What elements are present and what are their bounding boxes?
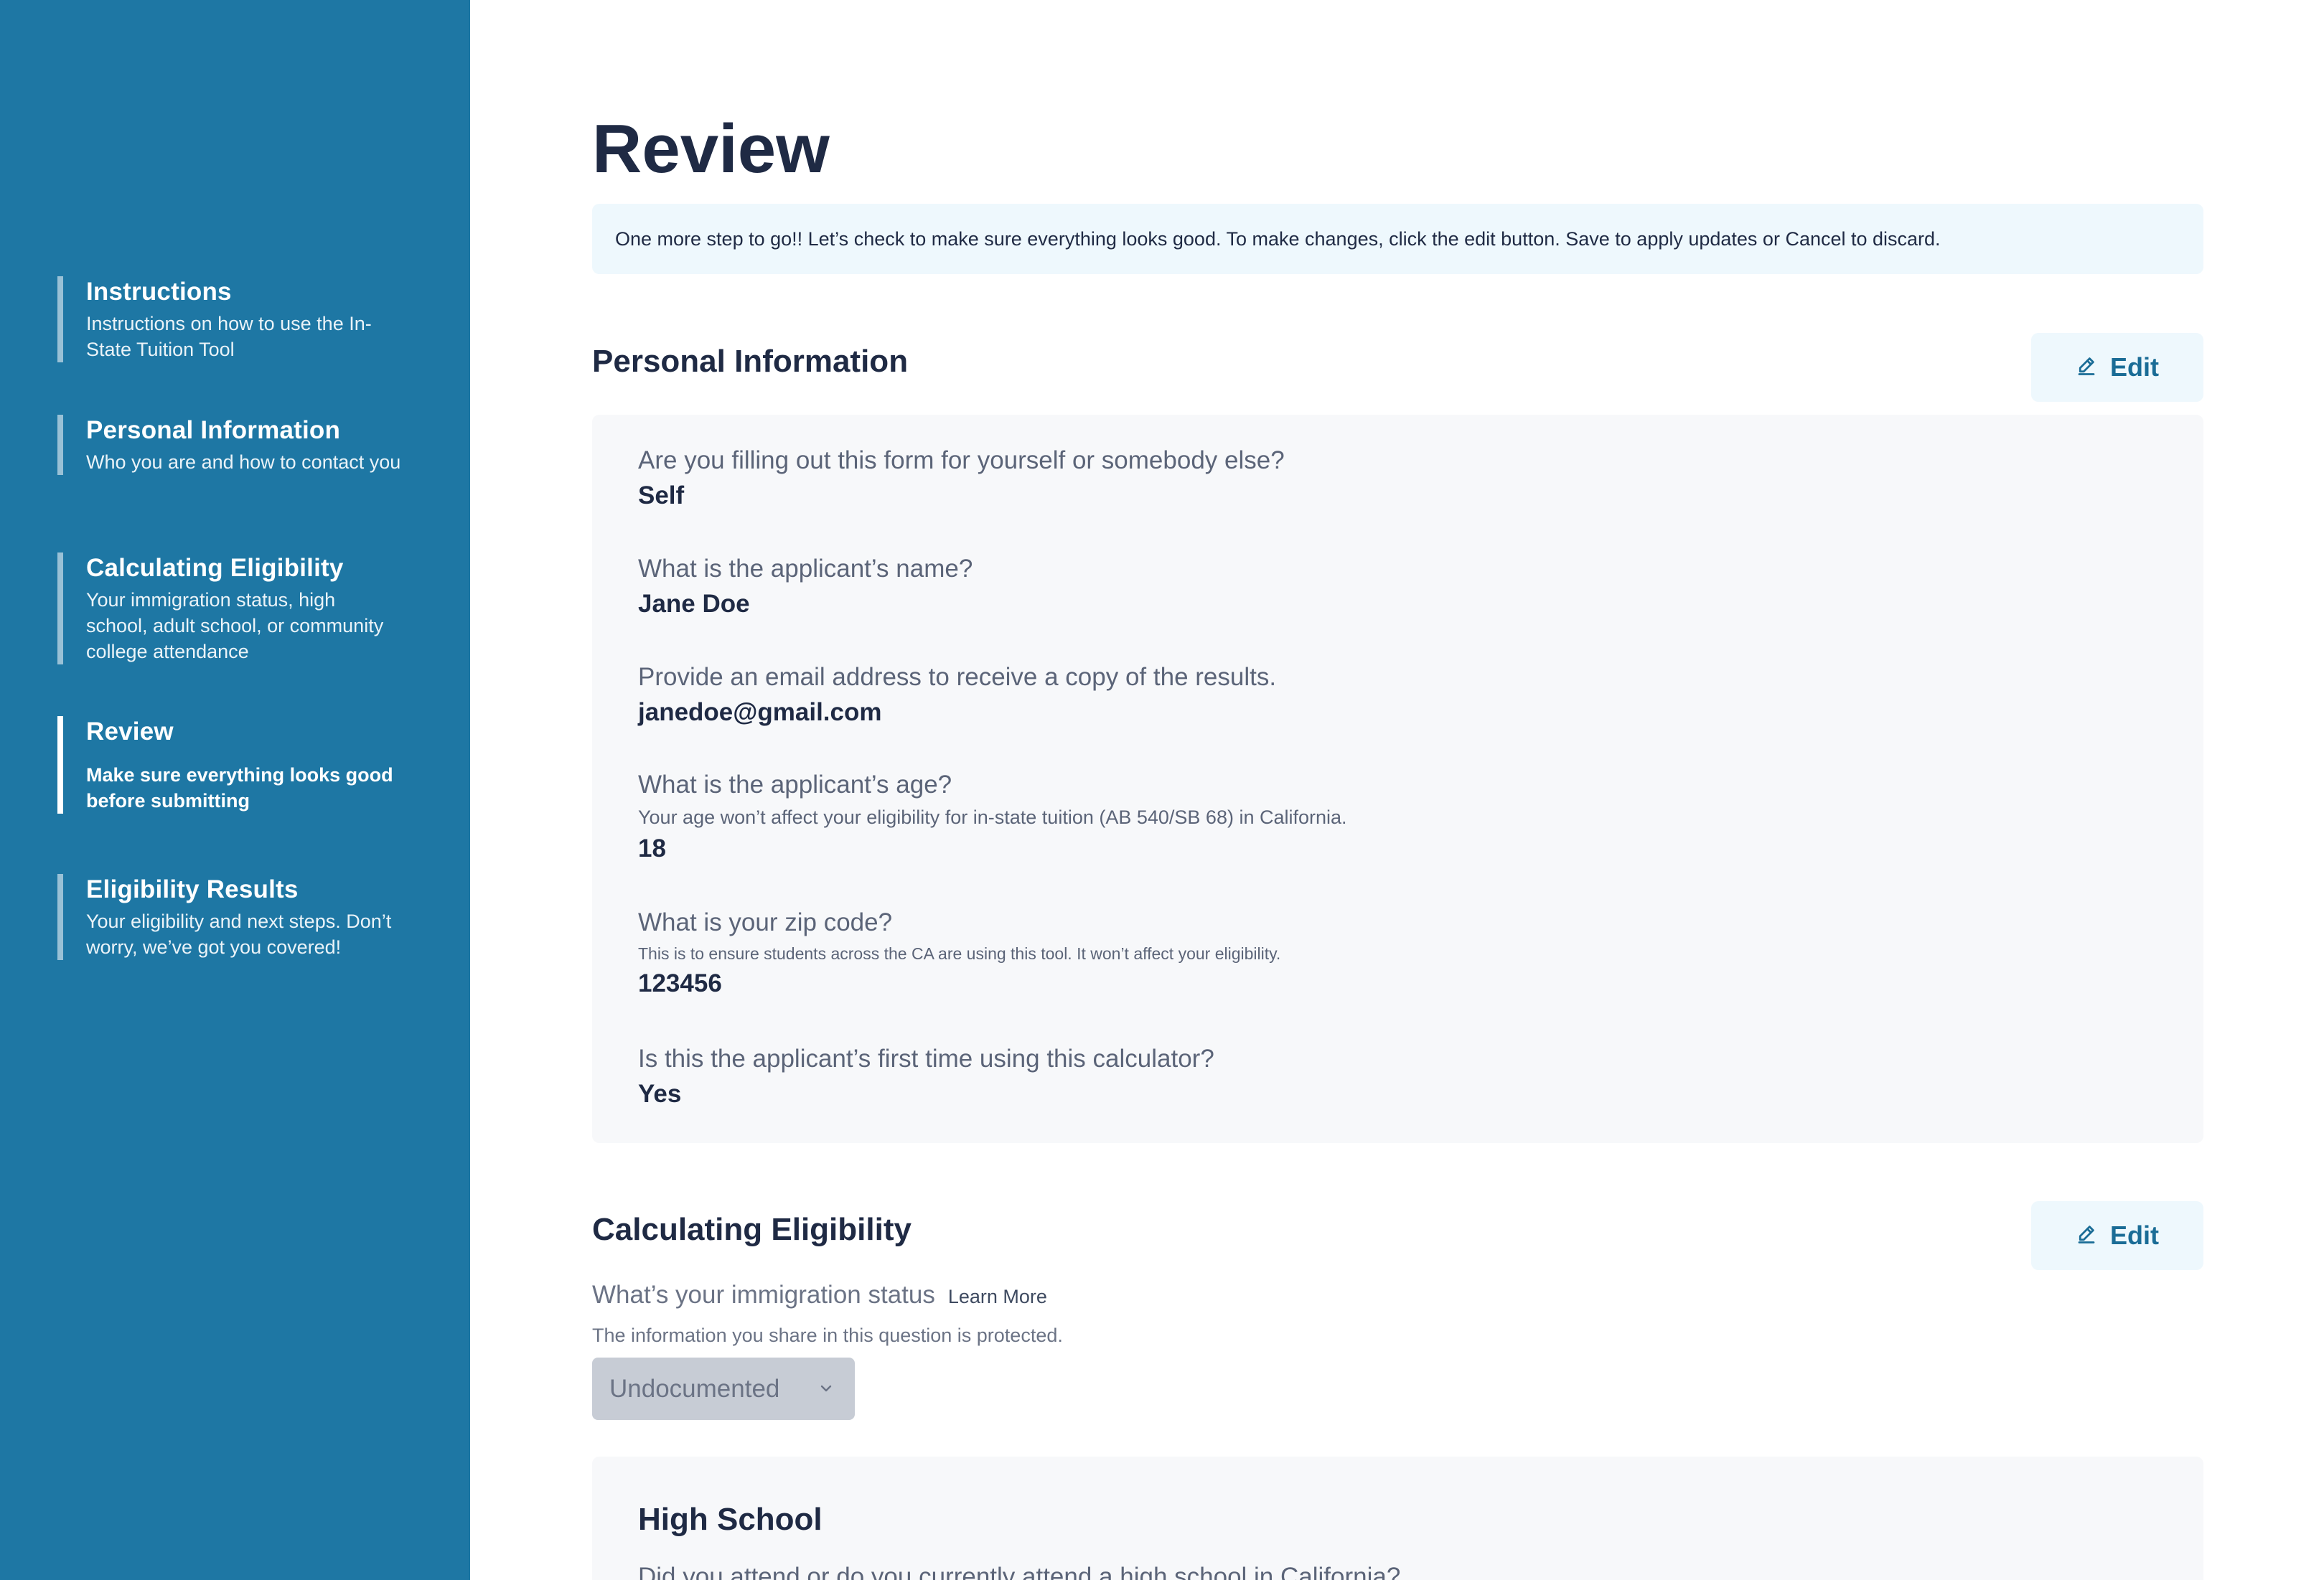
review-item: Provide an email address to receive a co…: [638, 662, 1276, 729]
review-question: Is this the applicant’s first time using…: [638, 1045, 1214, 1073]
review-item: What is your zip code? This is to ensure…: [638, 907, 1280, 1000]
step-title: Eligibility Results: [86, 875, 299, 903]
immigration-status-select[interactable]: Undocumented: [592, 1358, 855, 1420]
learn-more-link[interactable]: Learn More: [948, 1286, 1047, 1308]
sidebar-step-eligibility-results[interactable]: Eligibility Results Your eligibility and…: [57, 874, 402, 960]
review-item: Is this the applicant’s first time using…: [638, 1043, 1214, 1111]
info-banner: One more step to go!! Let’s check to mak…: [592, 204, 2203, 274]
review-answer: Jane Doe: [638, 590, 750, 618]
high-school-panel: High School Did you attend or do you cur…: [592, 1457, 2203, 1580]
immigration-hint: The information you share in this questi…: [592, 1325, 1063, 1346]
review-answer: 123456: [638, 969, 722, 997]
sidebar-step-personal-information[interactable]: Personal Information Who you are and how…: [57, 415, 402, 475]
edit-personal-information-button[interactable]: Edit: [2031, 333, 2203, 402]
immigration-question-text: What’s your immigration status: [592, 1281, 935, 1309]
main-content: Review One more step to go!! Let’s check…: [592, 0, 2203, 1580]
step-title: Calculating Eligibility: [86, 554, 344, 582]
immigration-status-question: What’s your immigration status Learn Mor…: [592, 1279, 1047, 1311]
review-answer: Self: [638, 481, 685, 509]
review-question: Are you filling out this form for yourse…: [638, 446, 1285, 474]
step-title: Personal Information: [86, 416, 341, 444]
step-description: Your eligibility and next steps. Don’t w…: [86, 911, 392, 958]
review-answer: Yes: [638, 1080, 682, 1108]
pencil-icon: [2076, 352, 2097, 382]
step-title: Review: [86, 718, 174, 746]
review-question: Provide an email address to receive a co…: [638, 663, 1277, 691]
step-description: Instructions on how to use the In-State …: [86, 313, 372, 360]
select-value: Undocumented: [609, 1374, 780, 1403]
sidebar-step-calculating-eligibility[interactable]: Calculating Eligibility Your immigration…: [57, 552, 402, 664]
review-hint: Your age won’t affect your eligibility f…: [638, 807, 1347, 828]
personal-information-heading: Personal Information: [592, 344, 909, 379]
page-title: Review: [592, 110, 830, 187]
app: Instructions Instructions on how to use …: [0, 0, 2324, 1580]
review-question: What is the applicant’s age?: [638, 771, 952, 799]
step-title: Instructions: [86, 278, 232, 306]
personal-information-panel: Are you filling out this form for yourse…: [592, 415, 2203, 1143]
step-description: Your immigration status, high school, ad…: [86, 589, 384, 662]
review-item: What is the applicant’s age? Your age wo…: [638, 769, 1347, 865]
sidebar-step-instructions[interactable]: Instructions Instructions on how to use …: [57, 276, 402, 362]
review-item: What is the applicant’s name? Jane Doe: [638, 553, 973, 621]
review-item: Are you filling out this form for yourse…: [638, 445, 1285, 512]
high-school-heading: High School: [638, 1502, 823, 1537]
review-answer: janedoe@gmail.com: [638, 698, 882, 726]
sidebar-step-review[interactable]: Review Make sure everything looks good b…: [57, 716, 402, 814]
high-school-question: Did you attend or do you currently atten…: [638, 1563, 1401, 1580]
chevron-down-icon: [817, 1375, 835, 1403]
edit-calculating-eligibility-button[interactable]: Edit: [2031, 1201, 2203, 1270]
calculating-eligibility-heading: Calculating Eligibility: [592, 1212, 912, 1247]
sidebar-nav: Instructions Instructions on how to use …: [0, 0, 470, 1580]
review-question: What is your zip code?: [638, 908, 893, 936]
edit-label: Edit: [2110, 1221, 2159, 1250]
review-question: What is the applicant’s name?: [638, 555, 973, 583]
pencil-icon: [2076, 1221, 2097, 1251]
step-description: Who you are and how to contact you: [86, 451, 401, 473]
edit-label: Edit: [2110, 352, 2159, 382]
review-hint: This is to ensure students across the CA…: [638, 944, 1281, 963]
step-description: Make sure everything looks good before s…: [86, 764, 393, 812]
review-answer: 18: [638, 834, 666, 862]
